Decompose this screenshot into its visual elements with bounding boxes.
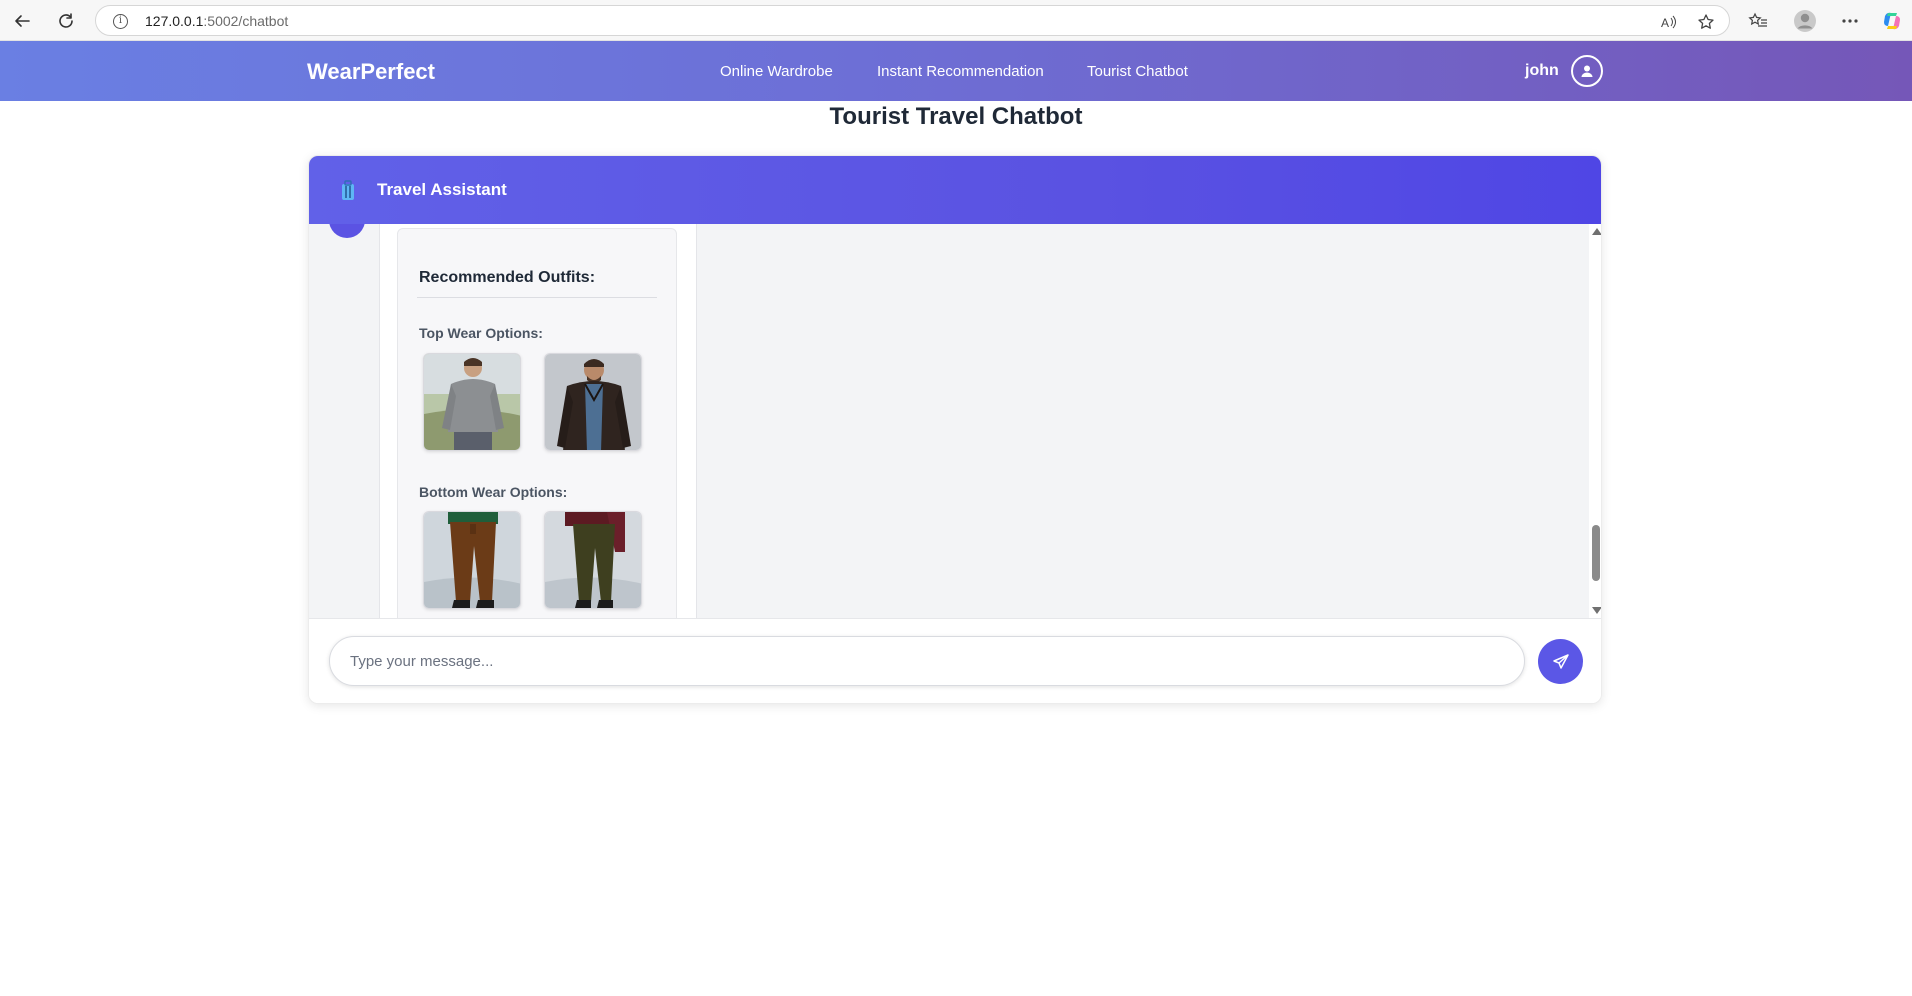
luggage-icon [339,180,357,202]
bottom-wear-label: Bottom Wear Options: [419,484,568,500]
user-name[interactable]: john [1525,62,1559,80]
top-wear-label: Top Wear Options: [419,325,543,341]
scroll-thumb[interactable] [1592,525,1600,581]
favorite-star-icon[interactable] [1694,10,1718,34]
outfit-recommendation-card: Recommended Outfits: Top Wear Options: B… [397,228,677,618]
brand-logo-text[interactable]: WearPerfect [307,59,435,85]
nav-link-tourist-chatbot[interactable]: Tourist Chatbot [1087,63,1188,80]
back-arrow-icon[interactable] [9,8,35,34]
divider [417,297,657,298]
message-input[interactable] [329,636,1525,686]
send-paper-plane-icon [1552,653,1570,671]
send-button[interactable] [1538,639,1583,684]
profile-icon[interactable] [1792,8,1818,34]
read-aloud-icon[interactable]: A [1657,10,1681,34]
svg-text:A: A [1661,16,1669,30]
page-title: Tourist Travel Chatbot [829,103,1083,130]
nav-link-online-wardrobe[interactable]: Online Wardrobe [720,63,833,80]
outfits-title: Recommended Outfits: [419,269,596,286]
favorites-list-icon[interactable] [1745,8,1771,34]
copilot-icon[interactable] [1879,8,1905,34]
bottom-wear-image-olive-pants[interactable] [544,511,642,609]
top-wear-image-leather-jacket[interactable] [544,353,642,451]
more-options-icon[interactable] [1837,8,1863,34]
messages-scrollbar[interactable] [1589,224,1601,618]
chat-header: Travel Assistant [309,156,1601,224]
reload-icon[interactable] [53,8,79,34]
site-info-icon[interactable]: i [113,14,128,29]
bottom-wear-image-brown-pants[interactable] [423,511,521,609]
url-text[interactable]: 127.0.0.1:5002/chatbot [145,13,288,29]
chat-header-title: Travel Assistant [377,180,507,199]
chat-input-area [309,618,1601,703]
top-navbar: WearPerfect Online Wardrobe Instant Reco… [0,41,1912,101]
chat-container: Travel Assistant Recommended Outfits: To… [308,155,1602,704]
scroll-up-arrow-icon[interactable] [1592,228,1601,235]
user-avatar-icon[interactable] [1571,55,1603,87]
top-wear-image-grey-sweater[interactable] [423,353,521,451]
nav-link-instant-recommendation[interactable]: Instant Recommendation [877,63,1044,80]
address-bar[interactable]: i 127.0.0.1:5002/chatbot A [95,5,1730,36]
scroll-down-arrow-icon[interactable] [1592,607,1601,614]
bot-avatar [329,224,365,238]
messages-area[interactable]: Recommended Outfits: Top Wear Options: B… [309,224,1601,618]
browser-toolbar: i 127.0.0.1:5002/chatbot A [0,0,1912,41]
